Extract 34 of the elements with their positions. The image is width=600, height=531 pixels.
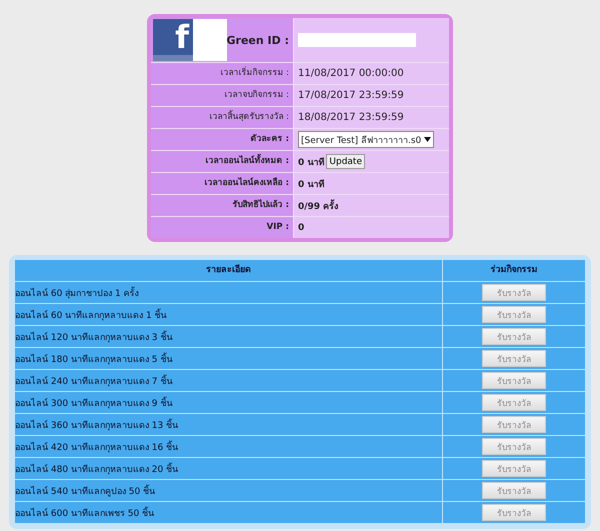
column-header: ร่วมกิจกรรม xyxy=(443,260,585,281)
table-cell: ออนไลน์ 480 นาทีแลกกุหลาบแดง 20 ชิ้น xyxy=(15,462,178,476)
table-cell: ออนไลน์ 300 นาทีแลกกุหลาบแดง 9 ชิ้น xyxy=(15,396,172,410)
table-cell: ออนไลน์ 240 นาทีแลกกุหลาบแดง 7 ชิ้น xyxy=(15,374,172,388)
table-cell: ออนไลน์ 60 นาทีแลกกุหลาบแดง 1 ชิ้น xyxy=(15,308,167,322)
field-label: เวลาเริ่มกิจกรรม : xyxy=(220,65,289,80)
field-value: 17/08/2017 23:59:59 xyxy=(298,90,404,101)
id-field[interactable] xyxy=(298,33,416,47)
field-label: Green ID : xyxy=(226,34,289,46)
table-cell: ออนไลน์ 360 นาทีแลกกุหลาบแดง 13 ชิ้น xyxy=(15,418,178,432)
field-label: ตัวละคร : xyxy=(250,133,289,146)
field-label: เวลาจบกิจกรรม : xyxy=(224,89,289,102)
field-label: เวลาออนไลน์คงเหลือ : xyxy=(204,176,289,190)
field-value: 0 นาที xyxy=(298,178,324,190)
dropdown-arrow-icon xyxy=(424,137,432,142)
table-cell: ออนไลน์ 600 นาทีแลกเพชร 50 ชิ้น xyxy=(15,506,154,520)
table-cell: ออนไลน์ 420 นาทีแลกกุหลาบแดง 16 ชิ้น xyxy=(15,440,178,454)
field-value: 0/99 ครั้ง xyxy=(298,198,338,212)
field-label: เวลาออนไลน์ทั้งหมด : xyxy=(206,151,289,172)
field-value: 18/08/2017 23:59:59 xyxy=(298,112,404,123)
table-cell: ออนไลน์ 60 สุ่มกาชาปอง 1 ครั้ง xyxy=(15,286,139,300)
field-value: 0 xyxy=(298,222,304,232)
field-label: รับสิทธิไปแล้ว : xyxy=(232,198,289,212)
facebook-logo: f xyxy=(153,19,226,61)
field-value: 11/08/2017 00:00:00 xyxy=(298,68,404,79)
field-value: 0 นาที xyxy=(298,156,324,168)
update-button[interactable]: Update xyxy=(326,154,366,169)
column-header: รายละเอียด xyxy=(15,260,442,281)
table-cell: ออนไลน์ 540 นาทีแลกคูปอง 50 ชิ้น xyxy=(15,484,156,498)
table-cell: ออนไลน์ 120 นาทีแลกกุหลาบแดง 3 ชิ้น xyxy=(15,330,172,344)
field-label: VIP : xyxy=(266,221,289,234)
field-label: เวลาสิ้นสุดรับรางวัล : xyxy=(209,109,289,124)
table-cell: ออนไลน์ 180 นาทีแลกกุหลาบแดง 5 ชิ้น xyxy=(15,352,172,366)
character-select[interactable]: [Server Test] ลีฟาาาาาาา.s0 xyxy=(298,131,434,148)
